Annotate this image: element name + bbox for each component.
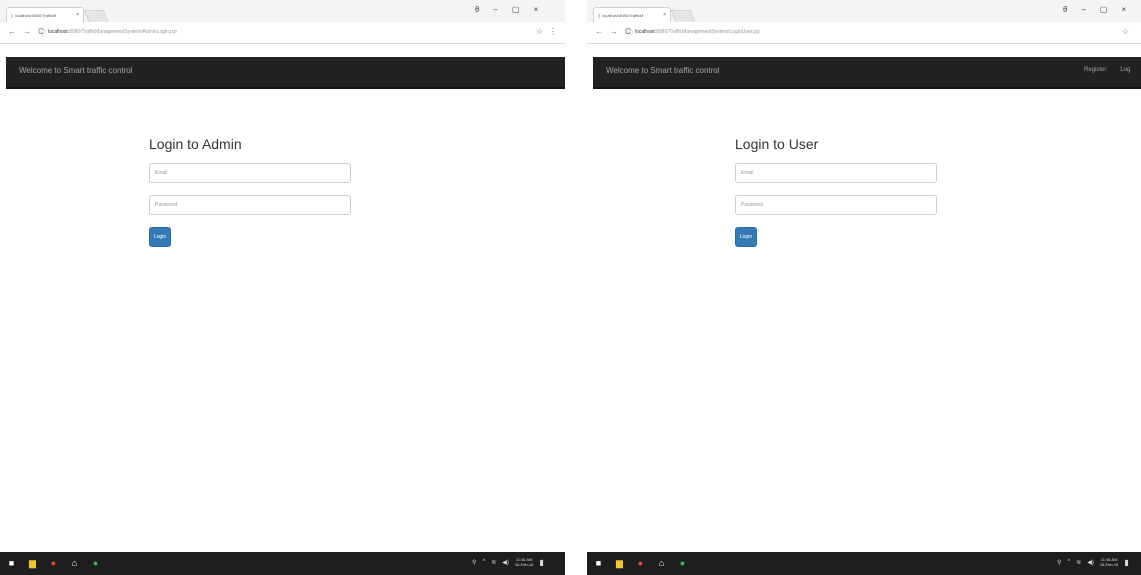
url-path: :8080/TrafficManagementSystem/LoginUser.… (654, 29, 760, 35)
back-icon[interactable]: ← (595, 27, 603, 36)
taskbar-icons: ■ ▆ ● ⌂ ● (593, 558, 688, 569)
system-tray: ⚲ ^ ≋ ◀) 11:46 AM 16-Feb-16 ▮ (1057, 557, 1129, 567)
site-navbar: Welcome to Smart traffic control Registe… (593, 57, 1141, 89)
back-icon[interactable]: ← (8, 27, 16, 36)
minimize-icon[interactable]: – (1081, 5, 1085, 14)
clock-date: 16-Feb-16 (514, 562, 534, 567)
file-explorer-icon[interactable]: ▆ (27, 558, 38, 569)
volume-icon[interactable]: ◀) (502, 559, 509, 566)
email-field[interactable]: Email (149, 163, 351, 183)
login-button[interactable]: Login (149, 227, 171, 247)
new-tab-button[interactable] (83, 10, 109, 22)
admin-login-screenshot: ▯ localhost:8080/TrafficM × θ – ▢ × ← → … (0, 0, 565, 575)
windows-start-icon[interactable]: ■ (6, 558, 17, 569)
forward-icon[interactable]: → (610, 27, 618, 36)
window-controls: θ – ▢ × (1063, 5, 1126, 14)
forward-icon[interactable]: → (23, 27, 31, 36)
navbar-links: Register Log (1084, 67, 1130, 73)
tab-title: localhost:8080/TrafficM (602, 12, 644, 18)
tab-close-icon[interactable]: × (663, 12, 666, 18)
tab-close-icon[interactable]: × (76, 12, 79, 18)
store-icon[interactable]: ⌂ (69, 558, 80, 569)
people-icon[interactable]: ⚲ (472, 559, 476, 566)
notification-icon[interactable]: ▮ (539, 558, 543, 567)
page-icon: ▯ (598, 12, 601, 18)
form-title: Login to User (735, 136, 819, 152)
navbar-brand[interactable]: Welcome to Smart traffic control (606, 66, 720, 75)
admin-login-form: Login to Admin Email Password Login (149, 136, 351, 247)
window-controls: θ – ▢ × (475, 5, 538, 14)
browser-tab-strip: ▯ localhost:8080/TrafficM × θ – ▢ × (0, 0, 565, 22)
login-button[interactable]: Login (735, 227, 757, 247)
login-link[interactable]: Log (1120, 67, 1130, 73)
close-window-icon[interactable]: × (1121, 5, 1126, 14)
people-icon[interactable]: ⚲ (1057, 559, 1061, 566)
chrome-app-icon[interactable]: ● (90, 558, 101, 569)
profile-icon[interactable]: θ (475, 5, 479, 14)
url-path: :8080/TrafficManagementSystem/AdminLogin… (67, 29, 177, 35)
clock[interactable]: 11:46 AM 16-Feb-16 (515, 557, 533, 567)
email-field[interactable]: Email (735, 163, 937, 183)
url-input[interactable]: localhost:8080/TrafficManagementSystem/L… (635, 29, 760, 35)
network-icon[interactable]: ≋ (1076, 559, 1081, 566)
minimize-icon[interactable]: – (493, 5, 497, 14)
page-icon: ▯ (11, 12, 14, 18)
nav-buttons: ← → C (595, 27, 631, 36)
file-explorer-icon[interactable]: ▆ (614, 558, 625, 569)
restore-icon[interactable]: ▢ (1100, 5, 1108, 14)
nav-buttons: ← → C (8, 27, 44, 36)
navbar-brand[interactable]: Welcome to Smart traffic control (19, 66, 133, 75)
windows-start-icon[interactable]: ■ (593, 558, 604, 569)
chrome-icon[interactable]: ● (48, 558, 59, 569)
volume-icon[interactable]: ◀) (1087, 559, 1094, 566)
address-bar: ← → C ⓘ localhost:8080/TrafficManagement… (587, 22, 1141, 44)
restore-icon[interactable]: ▢ (512, 5, 520, 14)
browser-tab-strip: ▯ localhost:8080/TrafficM × θ – ▢ × (587, 0, 1141, 22)
tab-title: localhost:8080/TrafficM (15, 12, 57, 18)
chrome-app-icon[interactable]: ● (677, 558, 688, 569)
url-input[interactable]: localhost:8080/TrafficManagementSystem/A… (48, 29, 177, 35)
bookmark-star-icon[interactable]: ☆ (1122, 27, 1129, 36)
register-link[interactable]: Register (1084, 67, 1106, 73)
windows-taskbar: ■ ▆ ● ⌂ ● ⚲ ^ ≋ ◀) 11:46 AM 16-Feb-16 ▮ (587, 552, 1141, 575)
new-tab-button[interactable] (670, 10, 696, 22)
notification-icon[interactable]: ▮ (1124, 558, 1128, 567)
profile-icon[interactable]: θ (1063, 5, 1067, 14)
user-login-form: Login to User Email Password Login (735, 136, 937, 247)
close-window-icon[interactable]: × (533, 5, 538, 14)
tray-chevron-icon[interactable]: ^ (482, 559, 485, 565)
chrome-icon[interactable]: ● (635, 558, 646, 569)
tray-chevron-icon[interactable]: ^ (1067, 559, 1070, 565)
store-icon[interactable]: ⌂ (656, 558, 667, 569)
form-title: Login to Admin (149, 136, 242, 152)
browser-menu-icon[interactable]: ⋮ (549, 27, 557, 36)
password-field[interactable]: Password (149, 195, 351, 215)
address-bar: ← → C ⓘ localhost:8080/TrafficManagement… (0, 22, 565, 44)
bookmark-star-icon[interactable]: ☆ (536, 27, 543, 36)
windows-taskbar: ■ ▆ ● ⌂ ● ⚲ ^ ≋ ◀) 11:46 AM 16-Feb-16 ▮ (0, 552, 565, 575)
user-login-screenshot: ▯ localhost:8080/TrafficM × θ – ▢ × ← → … (587, 0, 1141, 575)
site-navbar: Welcome to Smart traffic control (6, 57, 565, 89)
browser-tab[interactable]: ▯ localhost:8080/TrafficM × (6, 7, 84, 22)
clock-date: 16-Feb-16 (1099, 562, 1119, 567)
url-host: localhost (48, 29, 68, 35)
browser-tab[interactable]: ▯ localhost:8080/TrafficM × (593, 7, 671, 22)
password-field[interactable]: Password (735, 195, 937, 215)
url-host: localhost (635, 29, 655, 35)
clock[interactable]: 11:46 AM 16-Feb-16 (1100, 557, 1118, 567)
info-icon[interactable]: ⓘ (627, 28, 633, 37)
info-icon[interactable]: ⓘ (40, 28, 46, 37)
taskbar-icons: ■ ▆ ● ⌂ ● (6, 558, 101, 569)
network-icon[interactable]: ≋ (491, 559, 496, 566)
system-tray: ⚲ ^ ≋ ◀) 11:46 AM 16-Feb-16 ▮ (472, 557, 544, 567)
